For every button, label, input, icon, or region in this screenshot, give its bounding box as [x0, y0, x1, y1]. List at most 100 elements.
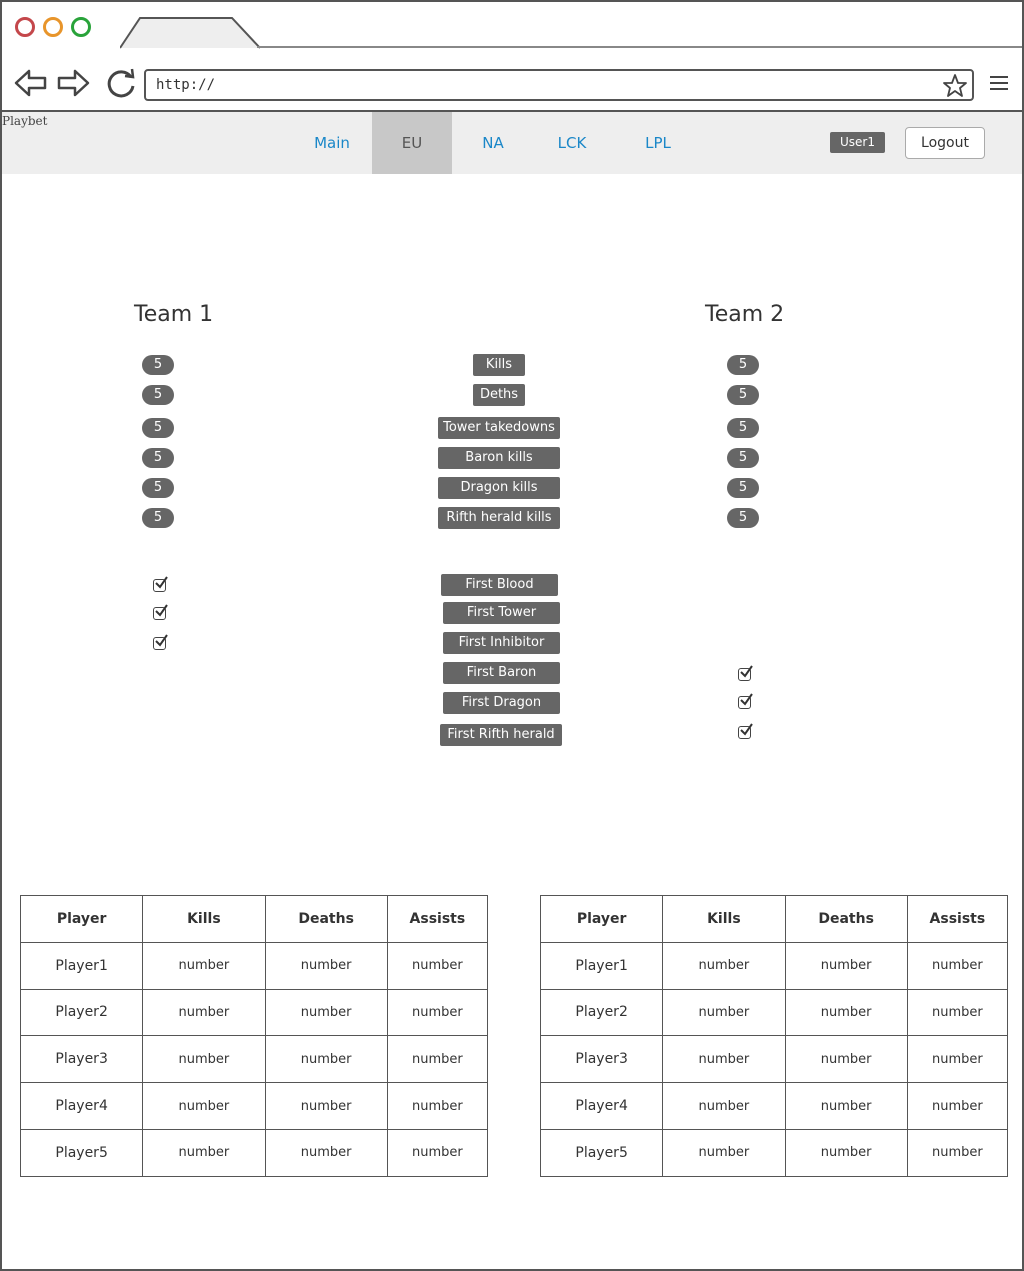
kills-cell: number [142, 1035, 266, 1084]
tab-strip-divider [257, 46, 1022, 48]
team2-first-herald-checkbox[interactable] [738, 723, 753, 739]
kills-cell: number [142, 1082, 266, 1130]
player-name: Player1 [539, 941, 664, 990]
assists-cell: number [386, 941, 489, 990]
close-window-icon[interactable] [15, 17, 35, 37]
assists-cell: number [386, 1128, 489, 1177]
browser-toolbar: http:// [2, 50, 1022, 112]
team1-first-tower-checkbox[interactable] [153, 604, 168, 620]
user-badge[interactable]: User1 [830, 132, 885, 153]
kills-cell: number [662, 1128, 786, 1177]
assists-cell: number [386, 1035, 489, 1084]
nav-item-lck[interactable]: LCK [532, 112, 612, 174]
player-name: Player3 [19, 1035, 144, 1084]
deaths-cell: number [264, 1082, 388, 1130]
deaths-cell: number [784, 1082, 908, 1130]
stat-label-baron-kills: Baron kills [438, 447, 560, 469]
kills-cell: number [142, 941, 266, 990]
first-dragon-label: First Dragon [443, 692, 560, 714]
team2-dragons-value: 5 [727, 478, 759, 498]
nav-item-na[interactable]: NA [453, 112, 533, 174]
kills-cell: number [662, 1035, 786, 1084]
player-name: Player5 [539, 1128, 664, 1177]
minimize-window-icon[interactable] [43, 17, 63, 37]
assists-cell: number [386, 988, 489, 1037]
table-row: Player4 number number number [19, 1082, 489, 1130]
header-assists: Assists [906, 895, 1009, 943]
deaths-cell: number [264, 988, 388, 1037]
team1-first-inhibitor-checkbox[interactable] [153, 634, 168, 650]
reload-icon[interactable] [105, 68, 139, 98]
table-row: Player4 number number number [539, 1082, 1009, 1130]
stat-label-tower-takedowns: Tower takedowns [438, 417, 560, 439]
player-name: Player1 [19, 941, 144, 990]
first-baron-label: First Baron [443, 662, 560, 684]
stat-label-kills: Kills [473, 354, 525, 376]
team1-first-blood-checkbox[interactable] [153, 576, 168, 592]
browser-tab[interactable] [120, 16, 260, 50]
deaths-cell: number [264, 941, 388, 990]
address-bar[interactable]: http:// [144, 69, 974, 101]
kills-cell: number [662, 941, 786, 990]
player-name: Player4 [539, 1082, 664, 1130]
header-deaths: Deaths [784, 895, 908, 943]
forward-arrow-icon[interactable] [56, 68, 90, 98]
team1-title: Team 1 [134, 302, 214, 327]
site-logo[interactable]: Playbet [2, 114, 47, 128]
deaths-cell: number [784, 1128, 908, 1177]
nav-item-eu[interactable]: EU [372, 112, 452, 174]
header-player: Player [19, 895, 144, 943]
assists-cell: number [906, 1035, 1009, 1084]
header-assists: Assists [386, 895, 489, 943]
deaths-cell: number [264, 1128, 388, 1177]
back-arrow-icon[interactable] [14, 68, 48, 98]
header-kills: Kills [142, 895, 266, 943]
nav-item-main[interactable]: Main [292, 112, 372, 174]
team1-deaths-value: 5 [142, 385, 174, 405]
maximize-window-icon[interactable] [71, 17, 91, 37]
tab-strip [2, 2, 1022, 50]
deaths-cell: number [784, 941, 908, 990]
kills-cell: number [662, 988, 786, 1037]
nav-item-lpl[interactable]: LPL [618, 112, 698, 174]
kills-cell: number [142, 988, 266, 1037]
table-row: Player1 number number number [19, 941, 489, 990]
table-row: Player3 number number number [539, 1035, 1009, 1084]
team1-kills-value: 5 [142, 355, 174, 375]
first-tower-label: First Tower [443, 602, 560, 624]
address-text: http:// [156, 77, 216, 93]
stat-label-deaths: Deths [473, 384, 525, 406]
player-name: Player2 [539, 988, 664, 1037]
bookmark-star-icon[interactable] [942, 73, 968, 99]
first-herald-label: First Rifth herald [440, 724, 562, 746]
assists-cell: number [906, 1082, 1009, 1130]
team2-towers-value: 5 [727, 418, 759, 438]
team2-title: Team 2 [705, 302, 785, 327]
table-row: Player1 number number number [539, 941, 1009, 990]
team1-towers-value: 5 [142, 418, 174, 438]
logout-button[interactable]: Logout [905, 127, 985, 159]
header-deaths: Deaths [264, 895, 388, 943]
player-name: Player2 [19, 988, 144, 1037]
table-header-row: Player Kills Deaths Assists [539, 895, 1009, 943]
table-row: Player5 number number number [19, 1128, 489, 1177]
hamburger-menu-icon[interactable] [990, 76, 1008, 92]
header-kills: Kills [662, 895, 786, 943]
team2-barons-value: 5 [727, 448, 759, 468]
table-row: Player5 number number number [539, 1128, 1009, 1177]
player-name: Player4 [19, 1082, 144, 1130]
browser-window: http:// Playbet Main EU NA LCK LPL User1… [0, 0, 1024, 1271]
assists-cell: number [906, 988, 1009, 1037]
team2-first-baron-checkbox[interactable] [738, 665, 753, 681]
deaths-cell: number [784, 1035, 908, 1084]
first-blood-label: First Blood [441, 574, 558, 596]
table-header-row: Player Kills Deaths Assists [19, 895, 489, 943]
team1-player-table: Player Kills Deaths Assists Player1 numb… [19, 895, 489, 1177]
deaths-cell: number [784, 988, 908, 1037]
player-name: Player5 [19, 1128, 144, 1177]
kills-cell: number [662, 1082, 786, 1130]
team1-heralds-value: 5 [142, 508, 174, 528]
team2-first-dragon-checkbox[interactable] [738, 693, 753, 709]
assists-cell: number [906, 1128, 1009, 1177]
stat-label-herald-kills: Rifth herald kills [438, 507, 560, 529]
